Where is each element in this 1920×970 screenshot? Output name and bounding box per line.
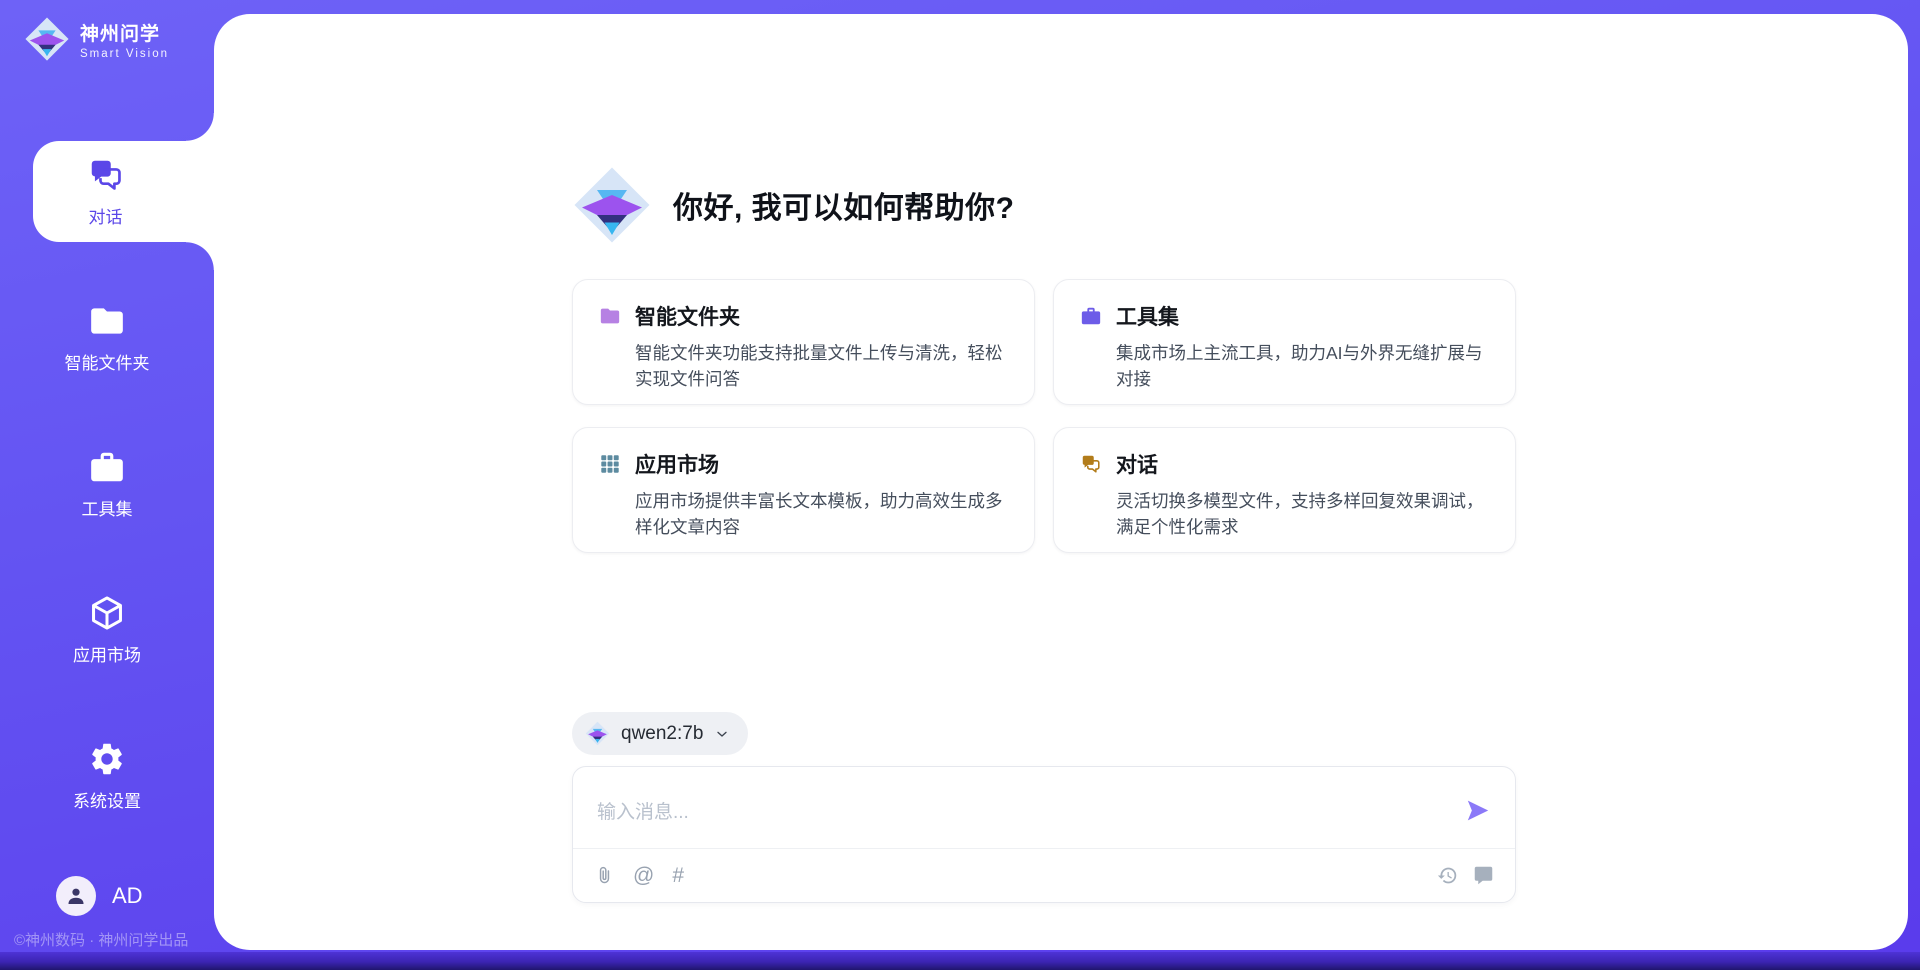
- user-profile[interactable]: AD: [56, 876, 143, 916]
- message-input[interactable]: [573, 767, 1515, 848]
- card-head: 工具集: [1080, 301, 1489, 331]
- mention-button[interactable]: @: [633, 865, 654, 886]
- model-selector[interactable]: qwen2:7b: [572, 712, 748, 755]
- sidebar-item-label: 系统设置: [73, 787, 141, 812]
- user-name: AD: [112, 883, 143, 909]
- composer-toolbar: @ #: [573, 848, 1515, 902]
- greeting-logo-icon: [572, 165, 652, 245]
- history-icon: [1437, 865, 1458, 886]
- sidebar-item-label: 工具集: [82, 495, 133, 520]
- brand-text: 神州问学 Smart Vision: [80, 19, 169, 60]
- chat-icon: [1080, 453, 1102, 475]
- chat-icon: [87, 156, 125, 194]
- brand-logo-icon: [24, 16, 70, 62]
- model-name: qwen2:7b: [621, 723, 703, 745]
- card-title: 对话: [1116, 449, 1158, 479]
- feature-card-app-market[interactable]: 应用市场 应用市场提供丰富长文本模板，助力高效生成多样化文章内容: [572, 427, 1035, 553]
- card-description: 智能文件夹功能支持批量文件上传与清洗，轻松实现文件问答: [635, 340, 1008, 393]
- feature-card-toolset[interactable]: 工具集 集成市场上主流工具，助力AI与外界无缝扩展与对接: [1053, 279, 1516, 405]
- composer: @ #: [572, 766, 1516, 903]
- brand-subtitle: Smart Vision: [80, 48, 169, 60]
- greeting: 你好, 我可以如何帮助你?: [572, 165, 1516, 245]
- folder-icon: [88, 302, 126, 340]
- new-chat-button[interactable]: [1473, 865, 1494, 886]
- brand: 神州问学 Smart Vision: [24, 16, 169, 62]
- cube-icon: [88, 594, 126, 632]
- feature-card-chat[interactable]: 对话 灵活切换多模型文件，支持多样回复效果调试，满足个性化需求: [1053, 427, 1516, 553]
- message-icon: [1473, 865, 1494, 886]
- card-head: 对话: [1080, 449, 1489, 479]
- sidebar-footer: ©神州数码 · 神州问学出品: [14, 929, 214, 950]
- sidebar: 神州问学 Smart Vision 对话 智能文件夹 工具集 应用市场: [0, 0, 214, 970]
- bottom-strip: [0, 952, 1920, 970]
- topic-button[interactable]: #: [672, 865, 684, 886]
- avatar: [56, 876, 96, 916]
- card-description: 灵活切换多模型文件，支持多样回复效果调试，满足个性化需求: [1116, 488, 1489, 541]
- sidebar-item-chat[interactable]: 对话: [33, 141, 214, 242]
- feature-card-smart-folder[interactable]: 智能文件夹 智能文件夹功能支持批量文件上传与清洗，轻松实现文件问答: [572, 279, 1035, 405]
- sidebar-item-app-market[interactable]: 应用市场: [0, 579, 214, 680]
- gear-icon: [88, 740, 126, 778]
- sidebar-item-label: 智能文件夹: [65, 349, 150, 374]
- attach-button[interactable]: [594, 865, 615, 886]
- sidebar-item-toolset[interactable]: 工具集: [0, 433, 214, 534]
- card-head: 应用市场: [599, 449, 1008, 479]
- toolbar-right: [1437, 865, 1494, 886]
- toolbar-left: @ #: [594, 865, 684, 886]
- sidebar-item-settings[interactable]: 系统设置: [0, 725, 214, 826]
- sidebar-item-smart-folder[interactable]: 智能文件夹: [0, 287, 214, 388]
- card-title: 应用市场: [635, 449, 719, 479]
- model-logo-icon: [585, 721, 610, 746]
- sidebar-nav: 对话 智能文件夹 工具集 应用市场 系统设置: [0, 141, 214, 871]
- paperclip-icon: [594, 865, 615, 886]
- card-head: 智能文件夹: [599, 301, 1008, 331]
- send-icon: [1464, 797, 1491, 824]
- greeting-text: 你好, 我可以如何帮助你?: [673, 183, 1015, 227]
- briefcase-icon: [1080, 305, 1102, 327]
- history-button[interactable]: [1437, 865, 1458, 886]
- folder-icon: [599, 305, 621, 327]
- sidebar-item-label: 对话: [89, 203, 123, 228]
- card-title: 工具集: [1116, 301, 1179, 331]
- person-icon: [64, 884, 88, 908]
- main-content: 你好, 我可以如何帮助你? 智能文件夹 智能文件夹功能支持批量文件上传与清洗，轻…: [572, 14, 1516, 903]
- chevron-down-icon: [714, 726, 730, 742]
- app-root: 神州问学 Smart Vision 对话 智能文件夹 工具集 应用市场: [0, 0, 1920, 970]
- at-icon: @: [633, 865, 654, 886]
- brand-name: 神州问学: [80, 19, 169, 46]
- send-button[interactable]: [1460, 793, 1495, 831]
- card-description: 集成市场上主流工具，助力AI与外界无缝扩展与对接: [1116, 340, 1489, 393]
- briefcase-icon: [88, 448, 126, 486]
- sidebar-item-label: 应用市场: [73, 641, 141, 666]
- grid-icon: [599, 453, 621, 475]
- card-description: 应用市场提供丰富长文本模板，助力高效生成多样化文章内容: [635, 488, 1008, 541]
- feature-cards: 智能文件夹 智能文件夹功能支持批量文件上传与清洗，轻松实现文件问答 工具集 集成…: [572, 279, 1516, 553]
- hash-icon: #: [672, 865, 684, 886]
- main-panel: 你好, 我可以如何帮助你? 智能文件夹 智能文件夹功能支持批量文件上传与清洗，轻…: [214, 14, 1908, 950]
- card-title: 智能文件夹: [635, 301, 740, 331]
